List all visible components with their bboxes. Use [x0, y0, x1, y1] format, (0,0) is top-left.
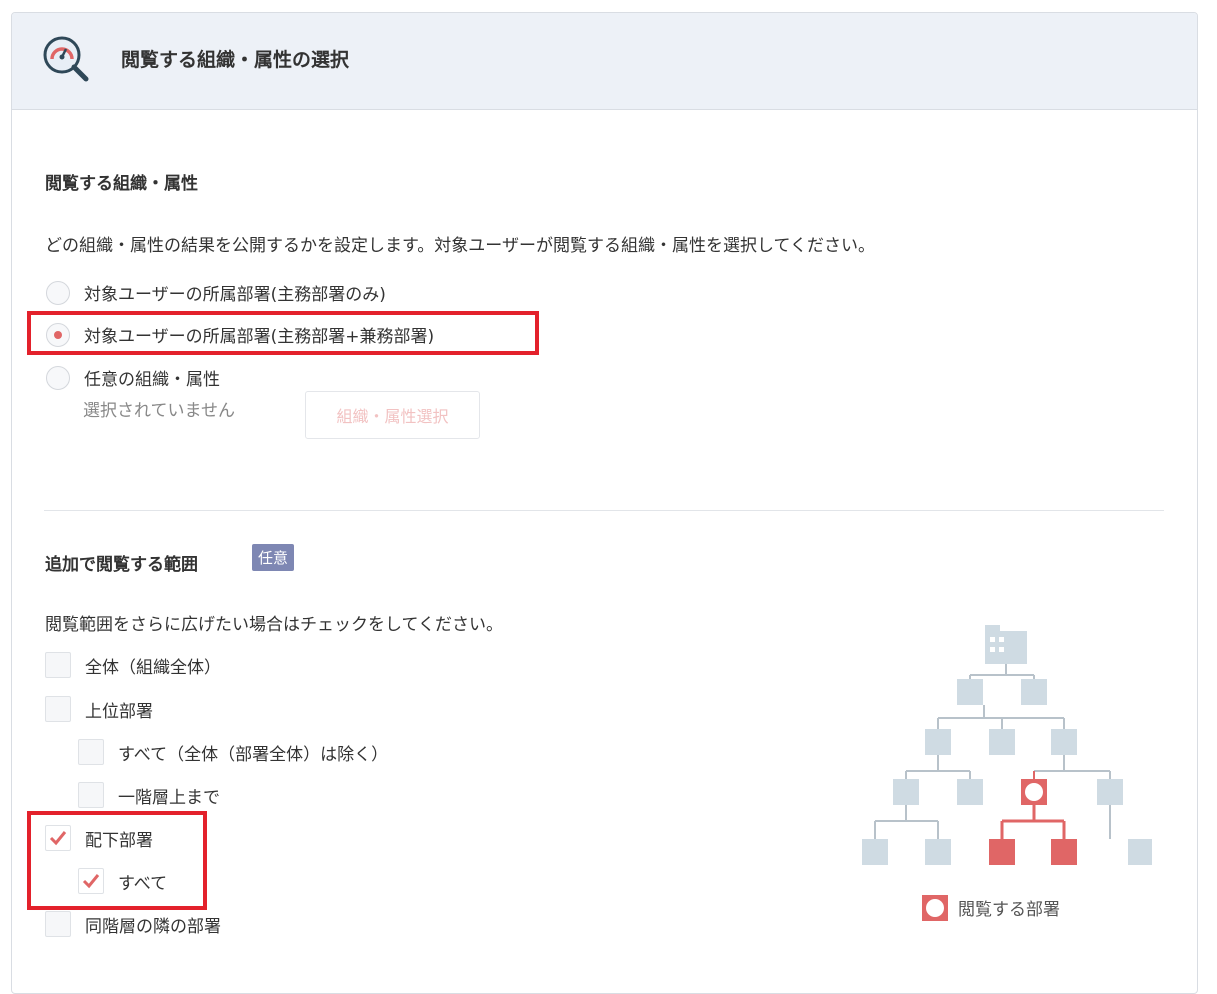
radio-label: 任意の組織・属性 — [84, 370, 220, 390]
checkbox[interactable] — [78, 739, 104, 765]
highlight-box-radio — [27, 311, 539, 355]
checkbox-label: 同階層の隣の部署 — [85, 916, 221, 937]
checkbox-row-one-level-up[interactable]: 一階層上まで — [78, 782, 220, 808]
checkbox[interactable] — [45, 696, 71, 722]
additional-section-title: 追加で閲覧する範囲 — [45, 555, 198, 575]
highlight-box-sub-depts — [27, 811, 207, 910]
checkbox-label: すべて（全体（部署全体）は除く） — [118, 744, 389, 765]
checkbox-row-upper-all[interactable]: すべて（全体（部署全体）は除く） — [78, 739, 388, 765]
optional-badge: 任意 — [252, 544, 295, 571]
radio-button[interactable] — [46, 280, 70, 305]
org-tree-diagram: 閲覧する部署 — [862, 625, 1152, 921]
checkbox-label: 一階層上まで — [118, 787, 220, 808]
section-divider — [44, 510, 1164, 511]
radio-button[interactable] — [46, 365, 70, 390]
checkbox[interactable] — [45, 652, 71, 678]
checkbox-row-all-org[interactable]: 全体（組織全体） — [45, 652, 221, 678]
checkbox-label: 上位部署 — [85, 701, 153, 722]
org-section-title: 閲覧する組織・属性 — [45, 174, 198, 194]
radio-label: 対象ユーザーの所属部署(主務部署のみ) — [84, 285, 386, 305]
checkbox[interactable] — [45, 911, 71, 937]
checkbox-row-sibling-depts[interactable]: 同階層の隣の部署 — [45, 911, 221, 937]
search-gauge-icon — [43, 36, 89, 82]
additional-section-description: 閲覧範囲をさらに広げたい場合はチェックをしてください。 — [45, 615, 503, 635]
radio-primary-only[interactable]: 対象ユーザーの所属部署(主務部署のみ) — [46, 280, 386, 305]
page-title: 閲覧する組織・属性の選択 — [121, 49, 350, 71]
org-attribute-select-button[interactable]: 組織・属性選択 — [305, 391, 480, 439]
checkbox-label: 全体（組織全体） — [85, 657, 221, 678]
custom-selection-status: 選択されていません — [83, 401, 235, 421]
checkbox-row-upper-depts[interactable]: 上位部署 — [45, 696, 153, 722]
building-icon — [985, 625, 1027, 664]
checkbox[interactable] — [78, 782, 104, 808]
radio-custom-org[interactable]: 任意の組織・属性 — [46, 365, 220, 390]
panel-header: 閲覧する組織・属性の選択 — [12, 13, 1197, 110]
legend-icon — [922, 895, 948, 921]
legend-label: 閲覧する部署 — [958, 900, 1060, 920]
org-section-description: どの組織・属性の結果を公開するかを設定します。対象ユーザーが閲覧する組織・属性を… — [45, 236, 875, 256]
